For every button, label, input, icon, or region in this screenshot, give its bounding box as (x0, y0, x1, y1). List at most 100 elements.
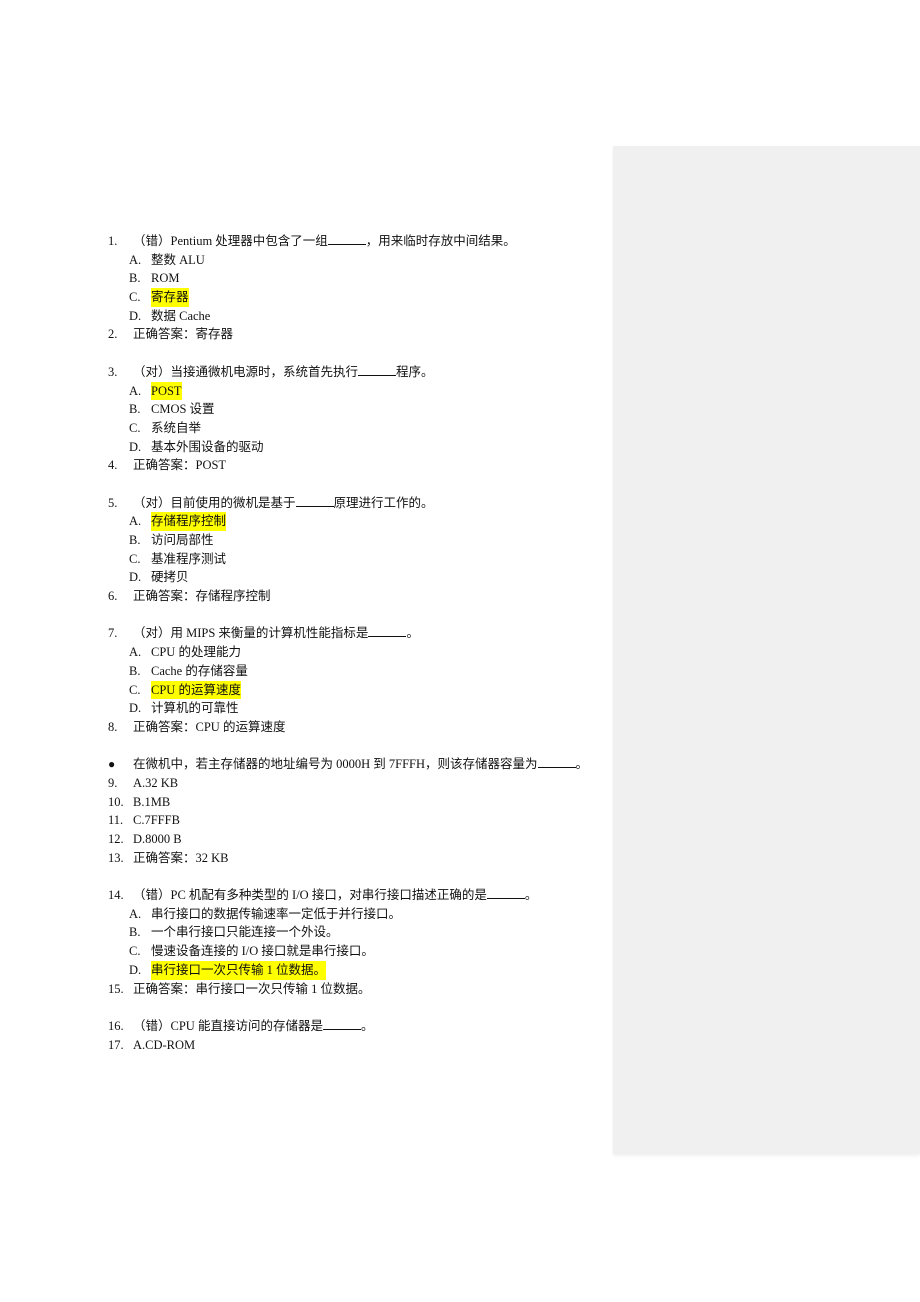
comment-pane (613, 146, 920, 1154)
option-line: A. POST (0, 381, 613, 401)
option-text: 串行接口的数据传输速率一定低于并行接口。 (151, 906, 402, 921)
question-line: ● 在微机中，若主存储器的地址编号为 0000H 到 7FFFH，则该存储器容量… (0, 755, 613, 774)
list-item: 10. B.1MB (0, 793, 613, 812)
option-text: 计算机的可靠性 (151, 701, 239, 716)
option-letter: A. (129, 645, 142, 660)
option-letter: C. (129, 551, 141, 566)
option-line: D. 数据 Cache (0, 307, 613, 326)
option-text: 慢速设备连接的 I/O 接口就是串行接口。 (151, 944, 374, 959)
option-text: 整数 ALU (151, 252, 205, 267)
question-prefix: （对）当接通微机电源时，系统首先执行 (133, 364, 359, 379)
option-line: A. 整数 ALU (0, 251, 613, 270)
answer-blank (537, 755, 576, 769)
option-line: B. CMOS 设置 (0, 400, 613, 419)
question-suffix: 原理进行工作的。 (333, 495, 434, 510)
answer-line: 4. 正确答案：POST (0, 456, 613, 475)
option-text: CPU 的处理能力 (151, 645, 241, 660)
option-text: 访问局部性 (151, 533, 214, 547)
option-text: 硬拷贝 (151, 570, 189, 585)
item-number: 6. (108, 589, 118, 604)
correct-answer: 正确答案：32 KB (133, 850, 229, 865)
option-text-highlighted: 存储程序控制 (151, 512, 227, 532)
option-text: 基本外围设备的驱动 (151, 439, 264, 454)
option-text: B.1MB (133, 794, 171, 809)
question-line: 1. （错）Pentium 处理器中包含了一组 ，用来临时存放中间结果。 (0, 232, 613, 251)
option-line: C. 系统自举 (0, 419, 613, 438)
option-line: D. 计算机的可靠性 (0, 699, 613, 718)
correct-answer: 正确答案：POST (133, 458, 227, 473)
answer-blank (358, 363, 397, 376)
option-letter: B. (129, 663, 141, 678)
option-letter: C. (129, 290, 141, 305)
option-text: A.32 KB (133, 775, 179, 790)
list-item: 12. D.8000 B (0, 830, 613, 849)
item-number: 10. (108, 794, 124, 809)
item-number: 8. (108, 719, 118, 734)
question-suffix: 。 (524, 888, 538, 903)
question-prefix: （对）目前使用的微机是基于 (133, 495, 296, 510)
option-text-highlighted: 串行接口一次只传输 1 位数据。 (151, 960, 327, 980)
question-suffix: 。 (360, 1018, 374, 1033)
item-number: 11. (108, 813, 124, 828)
option-line: A. 存储程序控制 (0, 512, 613, 532)
option-letter: B. (129, 402, 141, 417)
option-line: C. 慢速设备连接的 I/O 接口就是串行接口。 (0, 942, 613, 961)
option-text: 一个串行接口只能连接一个外设。 (151, 925, 339, 940)
answer-line: 2. 正确答案：寄存器 (0, 325, 613, 344)
question-suffix: 程序。 (396, 364, 434, 379)
option-text: 数据 Cache (151, 308, 211, 323)
option-text-highlighted: 寄存器 (151, 288, 189, 307)
option-letter: A. (129, 383, 142, 398)
correct-answer: 正确答案：CPU 的运算速度 (133, 719, 286, 734)
option-letter: C. (129, 420, 141, 435)
question-suffix: 。 (575, 757, 589, 772)
list-item: 11. C.7FFFB (0, 811, 613, 830)
answer-line: 13. 正确答案：32 KB (0, 849, 613, 868)
item-number: 7. (108, 626, 118, 641)
option-letter: D. (129, 308, 142, 323)
list-item: 17. A.CD-ROM (0, 1036, 613, 1055)
question-text: （错）Pentium 处理器中包含了一组 ，用来临时存放中间结果。 (133, 232, 516, 251)
option-text-highlighted: POST (151, 381, 182, 401)
item-number: 17. (108, 1037, 124, 1052)
option-line: A. 串行接口的数据传输速率一定低于并行接口。 (0, 905, 613, 924)
item-number: 2. (108, 327, 118, 342)
option-line: A. CPU 的处理能力 (0, 643, 613, 662)
option-line: C. 基准程序测试 (0, 550, 613, 569)
option-letter: C. (129, 944, 141, 959)
option-text: ROM (151, 271, 180, 286)
question-text: （对）当接通微机电源时，系统首先执行 程序。 (133, 363, 434, 382)
option-letter: D. (129, 701, 142, 716)
option-text: A.CD-ROM (133, 1037, 196, 1052)
option-text: CMOS 设置 (151, 402, 215, 417)
option-letter: A. (129, 514, 142, 529)
option-line: D. 串行接口一次只传输 1 位数据。 (0, 960, 613, 980)
option-line: D. 硬拷贝 (0, 568, 613, 587)
question-text: （对）用 MIPS 来衡量的计算机性能指标是 。 (133, 624, 419, 643)
question-text: 在微机中，若主存储器的地址编号为 0000H 到 7FFFH，则该存储器容量为 。 (133, 755, 588, 774)
question-line: 3. （对）当接通微机电源时，系统首先执行 程序。 (0, 363, 613, 382)
question-line: 14. （错）PC 机配有多种类型的 I/O 接口，对串行接口描述正确的是 。 (0, 886, 613, 905)
option-letter: C. (129, 682, 141, 697)
item-number: 3. (108, 364, 118, 379)
question-line: 7. （对）用 MIPS 来衡量的计算机性能指标是 。 (0, 624, 613, 643)
question-prefix: （错）CPU 能直接访问的存储器是 (133, 1018, 323, 1033)
item-number: 4. (108, 458, 118, 473)
option-text: Cache 的存储容量 (151, 663, 248, 678)
question-line: 16. （错）CPU 能直接访问的存储器是 。 (0, 1017, 613, 1036)
item-number: 9. (108, 775, 118, 790)
question-prefix: （错）Pentium 处理器中包含了一组 (133, 234, 328, 248)
correct-answer: 正确答案：存储程序控制 (133, 589, 271, 604)
option-text: 基准程序测试 (151, 551, 227, 566)
answer-line: 8. 正确答案：CPU 的运算速度 (0, 718, 613, 737)
question-prefix: （错）PC 机配有多种类型的 I/O 接口，对串行接口描述正确的是 (133, 888, 487, 903)
option-text: 系统自举 (151, 420, 202, 435)
list-item: 9. A.32 KB (0, 774, 613, 793)
answer-line: 15. 正确答案：串行接口一次只传输 1 位数据。 (0, 980, 613, 999)
item-number: 5. (108, 495, 118, 510)
question-text: （错）CPU 能直接访问的存储器是 。 (133, 1017, 373, 1036)
answer-blank (295, 494, 334, 507)
question-prefix: 在微机中，若主存储器的地址编号为 0000H 到 7FFFH，则该存储器容量为 (133, 757, 538, 772)
answer-blank (486, 886, 525, 900)
bullet-icon: ● (108, 757, 116, 772)
